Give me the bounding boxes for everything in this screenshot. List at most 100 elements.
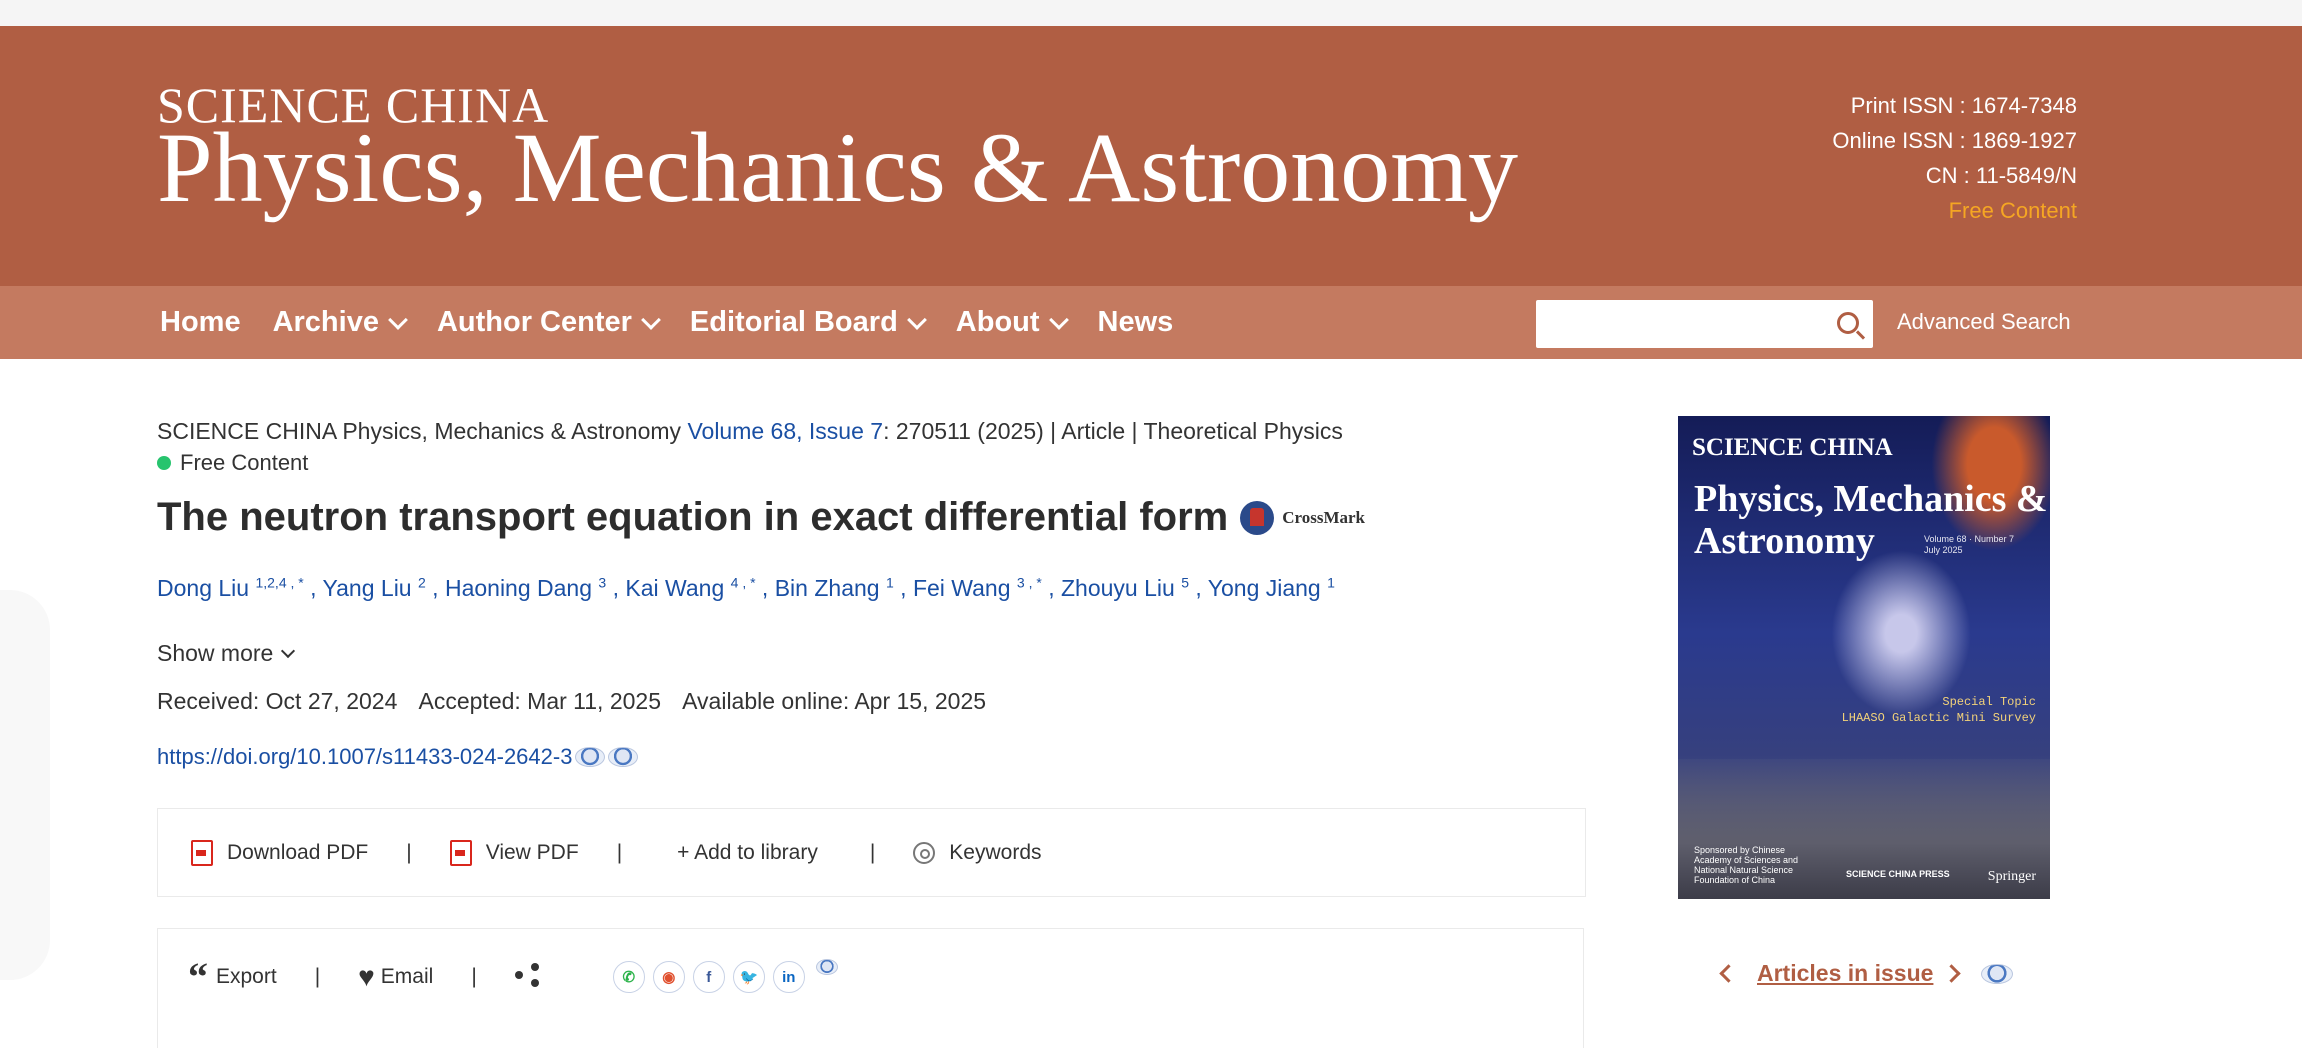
author-name: Haoning Dang	[444, 574, 593, 601]
keywords-button[interactable]: Keywords	[913, 841, 1042, 865]
author-affiliation: 1	[885, 574, 894, 590]
article-title-text: The neutron transport equation in exact …	[157, 495, 1229, 539]
email-button[interactable]: ♥ Email	[358, 963, 434, 991]
cover-publisher: Springer	[1987, 869, 2036, 884]
nav-editorial-board-label: Editorial Board	[689, 306, 898, 338]
nav-author-center[interactable]: Author Center	[437, 306, 661, 339]
author-affiliation: 5	[1181, 574, 1189, 590]
print-issn: Print ISSN : 1674-7348	[1850, 93, 2077, 118]
separator: |	[406, 840, 412, 864]
separator: |	[869, 840, 876, 864]
journal-banner: SCIENCE CHINA Physics, Mechanics & Astro…	[0, 26, 2302, 286]
accepted-date: Accepted: Mar 11, 2025	[418, 688, 662, 714]
author-list: Dong Liu 1,2,4 , * , Yang Liu 2 , Haonin…	[157, 574, 1335, 601]
email-label: Email	[380, 965, 434, 988]
main-navbar: Home Archive Author Center Editorial Boa…	[0, 286, 2302, 359]
wechat-icon[interactable]: ✆	[612, 961, 645, 993]
share-node	[530, 963, 539, 971]
weibo-icon[interactable]: ◉	[652, 961, 685, 993]
volume-issue-link[interactable]: Volume 68, Issue 7	[687, 418, 883, 444]
nav-news[interactable]: News	[1098, 306, 1174, 339]
nav-archive[interactable]: Archive	[272, 306, 408, 339]
separator: |	[314, 965, 321, 988]
cover-topic-name: LHAASO Galactic Mini Survey	[1841, 711, 2036, 725]
author-affiliation: 1,2,4 , *	[255, 574, 304, 590]
author-link[interactable]: Bin Zhang 1	[774, 574, 894, 601]
altmetric-icon[interactable]	[575, 747, 606, 767]
author-link[interactable]: Yang Liu 2	[322, 574, 426, 601]
chevron-left-icon[interactable]	[1719, 964, 1738, 983]
author-link[interactable]: Yong Jiang 1	[1208, 574, 1335, 601]
crossmark-label: CrossMark	[1282, 507, 1366, 527]
author-name: Bin Zhang	[774, 574, 880, 601]
chevron-down-icon	[906, 309, 927, 330]
chevron-down-icon	[388, 309, 408, 330]
articles-in-issue-link[interactable]: Articles in issue	[1757, 960, 1933, 987]
separator: |	[471, 965, 477, 988]
logo-journal-title[interactable]: Physics, Mechanics & Astronomy	[157, 118, 1518, 218]
export-button[interactable]: “ Export	[188, 957, 277, 997]
facebook-icon[interactable]: f	[692, 961, 725, 993]
show-more-button[interactable]: Show more	[157, 640, 296, 667]
top-strip	[0, 0, 2302, 26]
crossmark-button[interactable]: CrossMark	[1240, 500, 1366, 535]
dimensions-icon[interactable]	[608, 747, 639, 767]
author-affiliation: 4 , *	[730, 574, 756, 590]
nav-news-label: News	[1097, 306, 1174, 338]
cover-brand: SCIENCE CHINA	[1692, 434, 1893, 461]
free-content-link[interactable]: Free Content	[1832, 193, 2077, 228]
chevron-down-icon	[641, 309, 661, 330]
author-name: Yang Liu	[322, 574, 412, 601]
doi-row: https://doi.org/10.1007/s11433-024-2642-…	[157, 744, 639, 770]
search-input[interactable]	[1546, 302, 1830, 348]
search-icon[interactable]	[1837, 312, 1859, 334]
nav-about[interactable]: About	[955, 306, 1069, 339]
author-link[interactable]: Fei Wang 3 , *	[912, 574, 1042, 601]
download-pdf-button[interactable]: Download PDF	[191, 839, 368, 866]
search-box	[1536, 300, 1873, 348]
chevron-down-icon	[281, 643, 296, 659]
citation-line: SCIENCE CHINA Physics, Mechanics & Astro…	[157, 418, 1343, 445]
author-name: Kai Wang	[625, 574, 725, 601]
journal-cover-image[interactable]: SCIENCE CHINA Physics, Mechanics & Astro…	[1678, 416, 2050, 899]
article-title: The neutron transport equation in exact …	[157, 495, 1365, 540]
author-link[interactable]: Dong Liu 1,2,4 , *	[157, 574, 304, 601]
linkedin-icon[interactable]: in	[772, 961, 805, 993]
advanced-search-link[interactable]: Advanced Search	[1897, 309, 2071, 335]
author-link[interactable]: Haoning Dang 3	[444, 574, 606, 601]
share-node	[514, 971, 523, 979]
twitter-icon[interactable]: 🐦	[732, 961, 765, 993]
author-affiliation: 2	[417, 574, 426, 590]
author-link[interactable]: Zhouyu Liu 5	[1061, 574, 1189, 601]
nav-home[interactable]: Home	[160, 306, 241, 339]
cover-volume-text: Volume 68 · Number 7	[1924, 534, 2015, 544]
author-name: Fei Wang	[912, 574, 1011, 601]
status-dot-icon	[157, 456, 171, 470]
article-dates: Received: Oct 27, 2024 Accepted: Mar 11,…	[157, 688, 1002, 715]
nav-archive-label: Archive	[272, 306, 379, 338]
nav-editorial-board[interactable]: Editorial Board	[689, 306, 927, 339]
issn-info: Print ISSN : 1674-7348 Online ISSN : 186…	[1832, 88, 2077, 228]
author-affiliation: 1	[1327, 574, 1335, 590]
separator: |	[616, 840, 623, 864]
article-actions-toolbar: Download PDF | View PDF | + Add to libra…	[157, 808, 1586, 897]
pdf-icon	[191, 839, 213, 866]
author-name: Dong Liu	[157, 574, 250, 601]
doi-link[interactable]: https://doi.org/10.1007/s11433-024-2642-…	[157, 744, 572, 770]
nav-about-label: About	[955, 306, 1040, 338]
add-to-library-button[interactable]: + Add to library	[677, 841, 818, 865]
author-link[interactable]: Kai Wang 4 , *	[625, 574, 756, 601]
altmetric-icon[interactable]	[815, 959, 838, 975]
author-affiliation: 3 , *	[1016, 574, 1042, 590]
share-icon[interactable]	[514, 963, 541, 987]
cover-sponsor: Sponsored by Chinese Academy of Sciences…	[1694, 845, 1799, 885]
pdf-icon	[449, 839, 472, 866]
chevron-down-icon	[1048, 309, 1069, 330]
altmetric-icon[interactable]	[1981, 963, 2014, 984]
chevron-right-icon[interactable]	[1942, 964, 1962, 983]
crossmark-icon	[1240, 500, 1275, 535]
received-date: Received: Oct 27, 2024	[157, 688, 398, 714]
view-pdf-button[interactable]: View PDF	[449, 839, 579, 866]
cover-press: SCIENCE CHINA PRESS	[1846, 869, 1950, 879]
share-toolbar: “ Export | ♥ Email | ✆ ◉ f 🐦 in	[157, 928, 1584, 1048]
